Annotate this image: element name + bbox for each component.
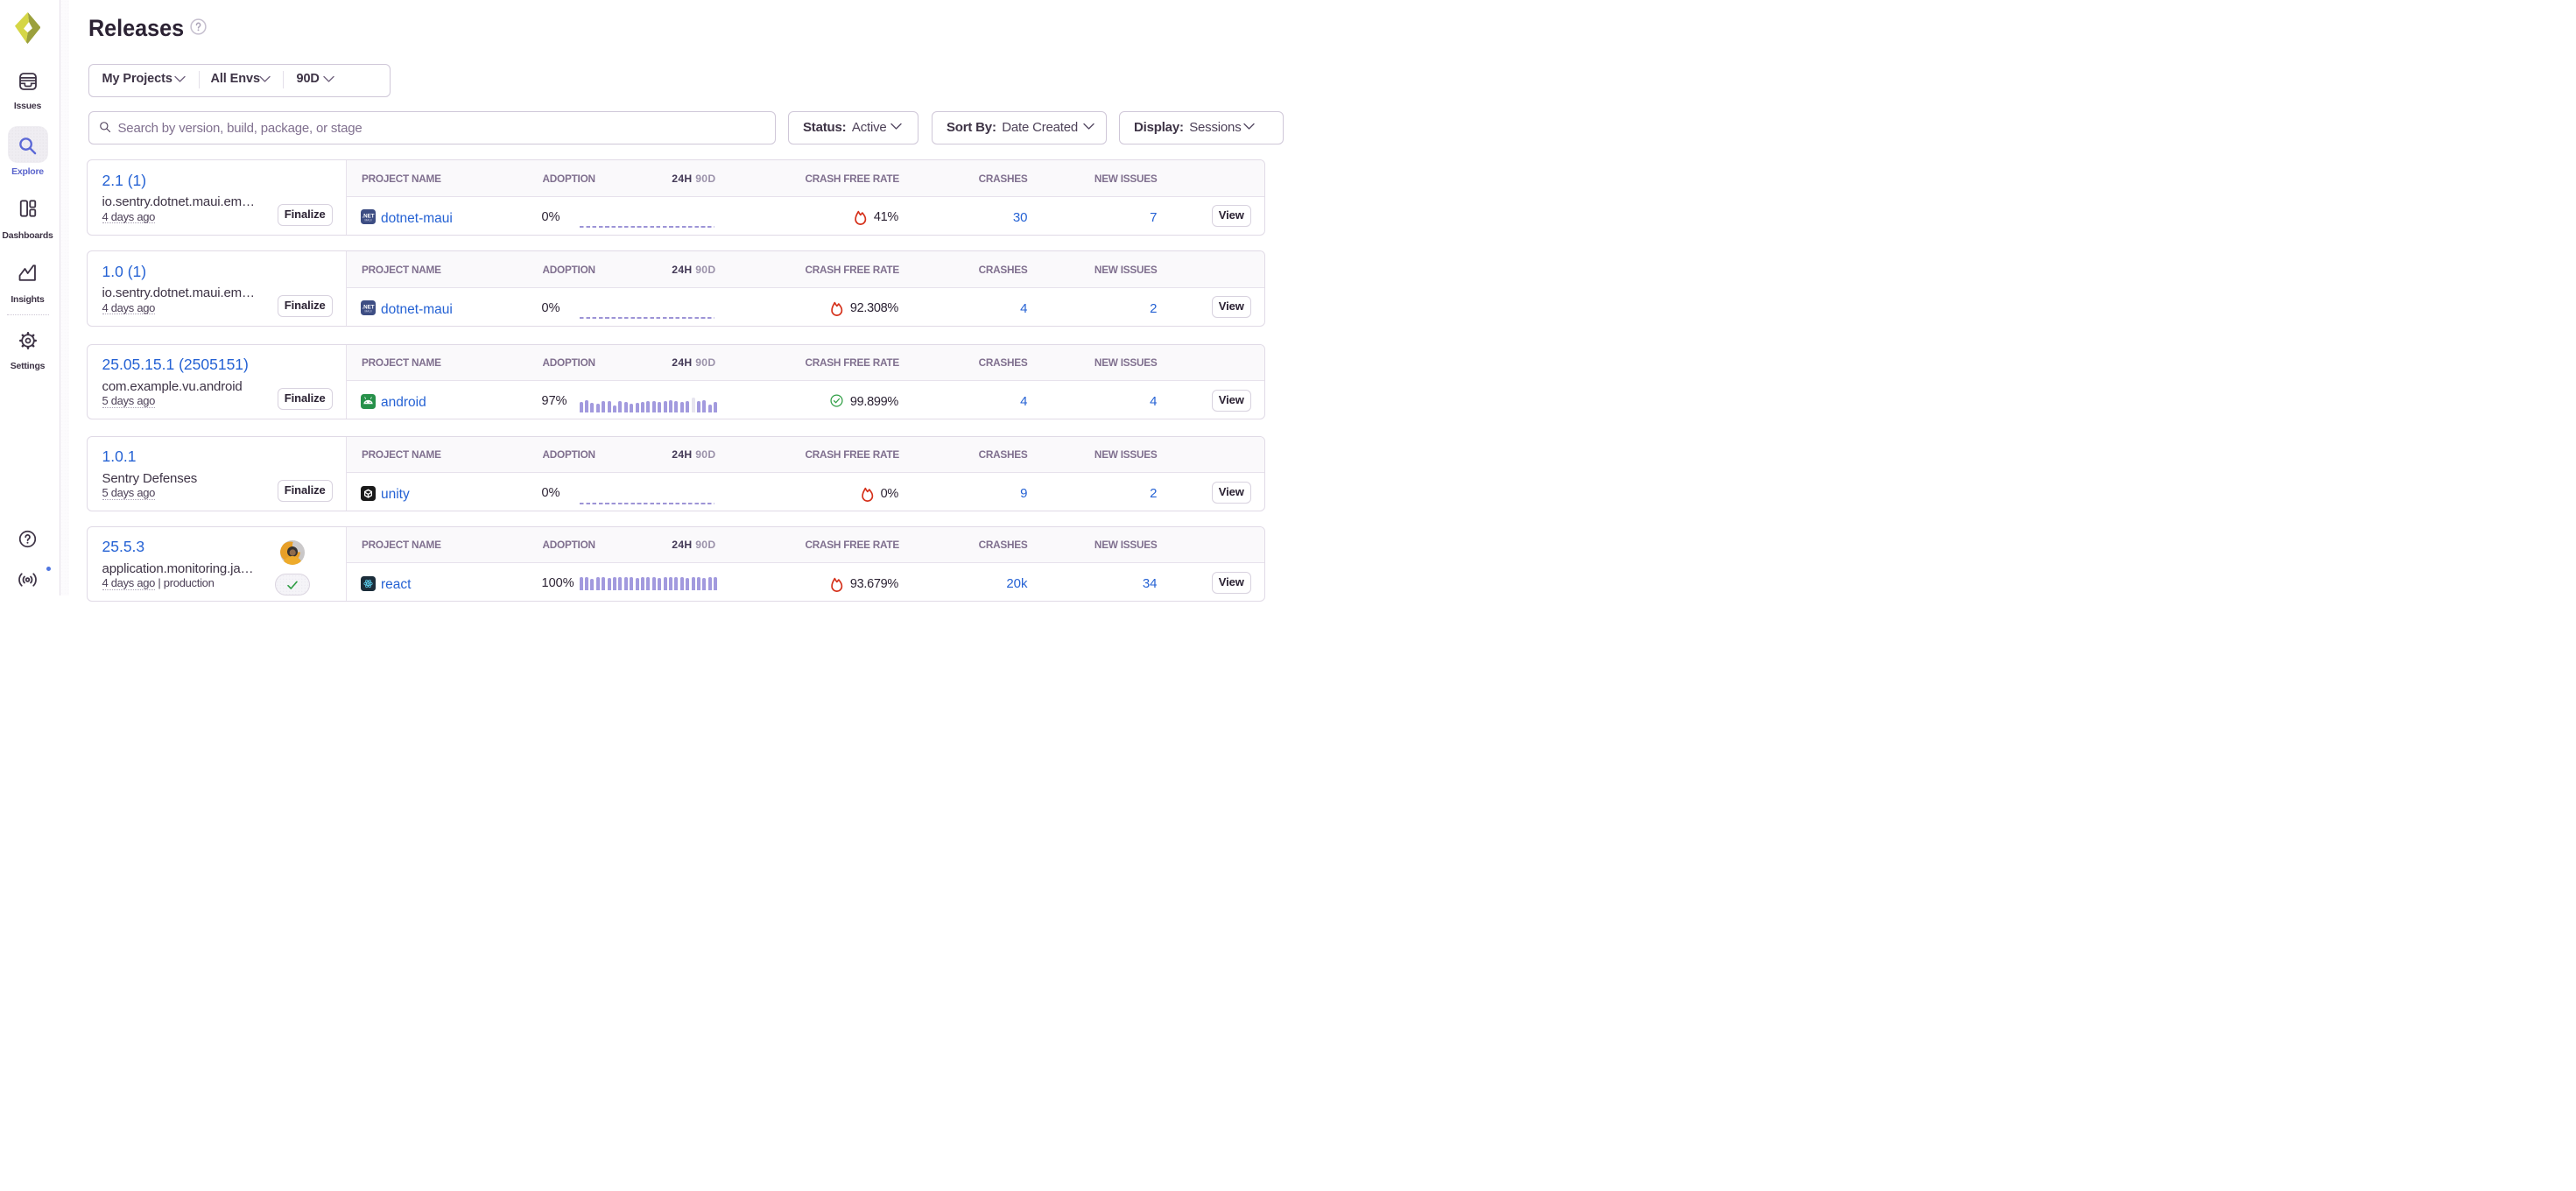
svg-text:MAUI: MAUI <box>364 218 371 222</box>
svg-text:MAUI: MAUI <box>364 309 371 313</box>
